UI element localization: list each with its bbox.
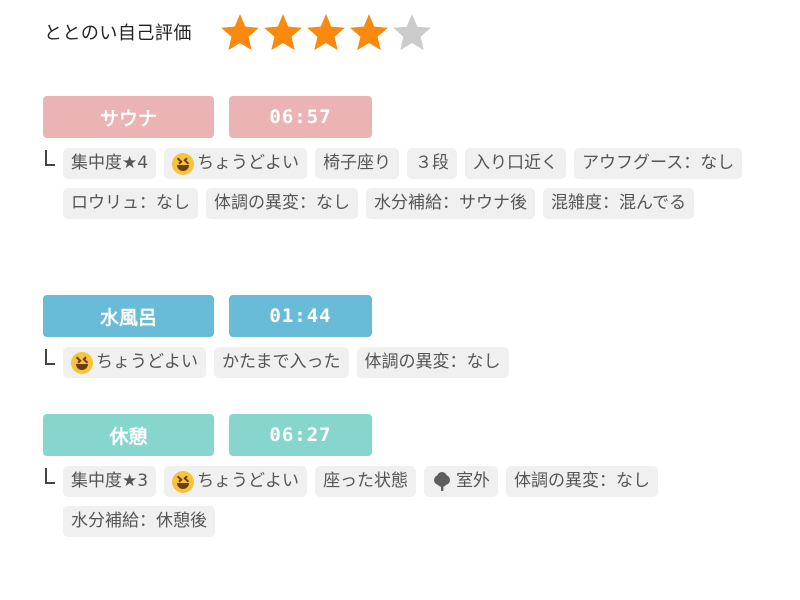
tag-label: かたまで入った — [222, 352, 341, 372]
tag-label: 体調の異変：なし — [514, 471, 651, 491]
tag-label: ちょうどよい — [197, 153, 300, 173]
star-icon — [349, 12, 389, 52]
tag-label: アウフグース：なし — [582, 153, 735, 173]
star-icon — [392, 12, 432, 52]
tag-chip: 混雑度：混んでる — [543, 188, 695, 219]
tag-chip: ちょうどよい — [164, 466, 308, 497]
tag-chip: ちょうどよい — [63, 347, 206, 378]
tag-chip: 水分補給：サウナ後 — [366, 188, 535, 219]
sauna-section: サウナ 06:57 集中度★4 ちょうどよい 椅子座り ３段 入り口近く アウフグース：な… — [43, 96, 763, 228]
tag-label: ちょうどよい — [197, 471, 300, 491]
tag-label: 体調の異変：なし — [214, 193, 350, 213]
rest-label: 休憩 — [43, 414, 214, 456]
tag-label: 集中度★4 — [71, 153, 149, 173]
tag-label: ３段 — [415, 153, 450, 173]
cold-bath-section: 水風呂 01:44 ちょうどよい かたまで入った 体調の異変：なし — [43, 295, 763, 387]
tag-label: 集中度★3 — [71, 471, 149, 491]
tag-label: 体調の異変：なし — [364, 352, 501, 372]
star-icon — [220, 12, 260, 52]
branch-line — [45, 349, 55, 365]
tag-chip: 室外 — [424, 466, 499, 497]
tag-chip: 集中度★4 — [63, 148, 157, 179]
branch-line — [45, 150, 55, 166]
cold-bath-time: 01:44 — [229, 295, 372, 337]
branch-line — [45, 468, 55, 484]
cold-bath-tags: ちょうどよい かたまで入った 体調の異変：なし — [63, 347, 763, 387]
sauna-time: 06:57 — [229, 96, 372, 138]
tag-chip: 集中度★3 — [63, 466, 157, 497]
tag-chip: ３段 — [407, 148, 458, 179]
tree-icon — [432, 471, 452, 492]
tag-chip: ロウリュ：なし — [63, 188, 198, 219]
tag-label: 混雑度：混んでる — [551, 193, 687, 213]
grinning-squinting-face-icon — [172, 470, 195, 493]
cold-bath-label: 水風呂 — [43, 295, 214, 337]
tag-label: 座った状態 — [323, 471, 409, 491]
star-icon — [263, 12, 303, 52]
tag-chip: 水分補給：休憩後 — [63, 506, 215, 537]
tag-chip: 入り口近く — [465, 148, 567, 179]
tag-label: 水分補給：サウナ後 — [374, 193, 527, 213]
tag-label: 水分補給：休憩後 — [71, 511, 207, 531]
tag-label: 椅子座り — [323, 153, 392, 173]
rest-time: 06:27 — [229, 414, 372, 456]
self-rating-label: ととのい自己評価 — [44, 23, 192, 44]
tag-chip: 体調の異変：なし — [206, 188, 358, 219]
tag-chip: 椅子座り — [315, 148, 400, 179]
self-rating: ととのい自己評価 — [44, 12, 435, 52]
tag-chip: 体調の異変：なし — [356, 347, 509, 378]
tag-label: ロウリュ：なし — [71, 193, 190, 213]
star-rating — [220, 12, 435, 52]
tag-chip: ちょうどよい — [164, 148, 308, 179]
sauna-tags: 集中度★4 ちょうどよい 椅子座り ３段 入り口近く アウフグース：なしロウリュ：なし 体調… — [63, 148, 763, 228]
grinning-squinting-face-icon — [172, 152, 195, 175]
rest-section: 休憩 06:27 集中度★3 ちょうどよい 座った状態 室外 体調の異変：なし水分補給：… — [43, 414, 763, 546]
tag-chip: アウフグース：なし — [574, 148, 743, 179]
grinning-squinting-face-icon — [71, 351, 93, 374]
tag-label: 室外 — [456, 471, 491, 491]
tag-chip: 体調の異変：なし — [506, 466, 659, 497]
rest-tags: 集中度★3 ちょうどよい 座った状態 室外 体調の異変：なし水分補給：休憩後 — [63, 466, 763, 546]
star-icon — [306, 12, 346, 52]
tag-chip: かたまで入った — [214, 347, 349, 378]
tag-chip: 座った状態 — [315, 466, 417, 497]
tag-label: ちょうどよい — [96, 352, 198, 372]
sauna-label: サウナ — [43, 96, 214, 138]
tag-label: 入り口近く — [473, 153, 559, 173]
